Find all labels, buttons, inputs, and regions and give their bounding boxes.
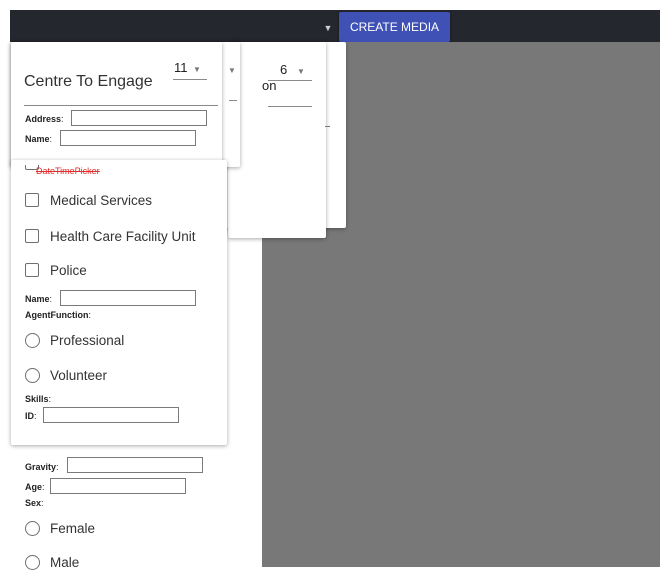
checkbox-icon[interactable] [25, 263, 39, 277]
chevron-down-icon[interactable]: ▼ [297, 67, 305, 76]
radio-icon[interactable] [25, 554, 40, 570]
radio-volunteer[interactable]: Volunteer [25, 365, 107, 385]
select-underline [173, 79, 207, 80]
radio-male[interactable]: Male [25, 552, 79, 572]
back-field-underline [268, 106, 312, 107]
create-media-button[interactable]: CREATE MEDIA [339, 12, 450, 42]
centre-to-engage-card: Centre To Engage 11 ▼ Address: Name: [11, 42, 222, 166]
radio-label: Volunteer [50, 367, 108, 383]
radio-icon[interactable] [25, 520, 40, 536]
title-underline [24, 105, 218, 106]
datetime-picker-error: DateTimePicker [36, 166, 100, 176]
checkbox-label: Health Care Facility Unit [50, 228, 196, 244]
back-partial-text: on [262, 78, 277, 93]
address-label: Address: [25, 114, 64, 124]
agent-name-label: Name: [25, 294, 53, 304]
checkbox-police[interactable]: Police [25, 260, 87, 280]
card-underline [229, 100, 237, 101]
skills-label: Skills: [25, 394, 52, 404]
dropdown-caret-icon[interactable]: ▼ [320, 20, 336, 36]
back-select-value[interactable]: 6 [280, 62, 287, 77]
chevron-down-icon[interactable]: ▼ [228, 66, 236, 75]
checkbox-icon[interactable] [25, 229, 39, 243]
id-input[interactable] [43, 407, 179, 423]
name-label: Name: [25, 134, 53, 144]
sex-label: Sex: [25, 498, 44, 508]
radio-professional[interactable]: Professional [25, 330, 124, 350]
radio-female[interactable]: Female [25, 518, 95, 538]
gravity-input[interactable] [67, 457, 203, 473]
agent-name-input[interactable] [60, 290, 196, 306]
card-title: Centre To Engage [24, 73, 153, 90]
chevron-down-icon[interactable]: ▼ [193, 65, 201, 74]
checkbox-icon[interactable] [25, 193, 39, 207]
checkbox-medical-services[interactable]: Medical Services [25, 190, 152, 210]
checkbox-health-care-facility-unit[interactable]: Health Care Facility Unit [25, 226, 196, 246]
address-input[interactable] [71, 110, 207, 126]
checkbox-label: Police [50, 262, 87, 278]
radio-label: Female [50, 520, 96, 536]
gravity-label: Gravity: [25, 462, 59, 472]
id-label: ID: [25, 411, 37, 421]
radio-label: Male [50, 554, 80, 570]
radio-icon[interactable] [25, 332, 40, 348]
radio-icon[interactable] [25, 367, 40, 383]
centre-select-value[interactable]: 11 [174, 60, 188, 75]
background-card-2: 6 ▼ on [228, 42, 330, 238]
back-divider [325, 126, 330, 127]
agent-function-label: AgentFunction: [25, 310, 92, 320]
name-input[interactable] [60, 130, 196, 146]
radio-label: Professional [50, 332, 125, 348]
age-label: Age: [25, 482, 45, 492]
checkbox-label: Medical Services [50, 192, 153, 208]
age-input[interactable] [50, 478, 186, 494]
